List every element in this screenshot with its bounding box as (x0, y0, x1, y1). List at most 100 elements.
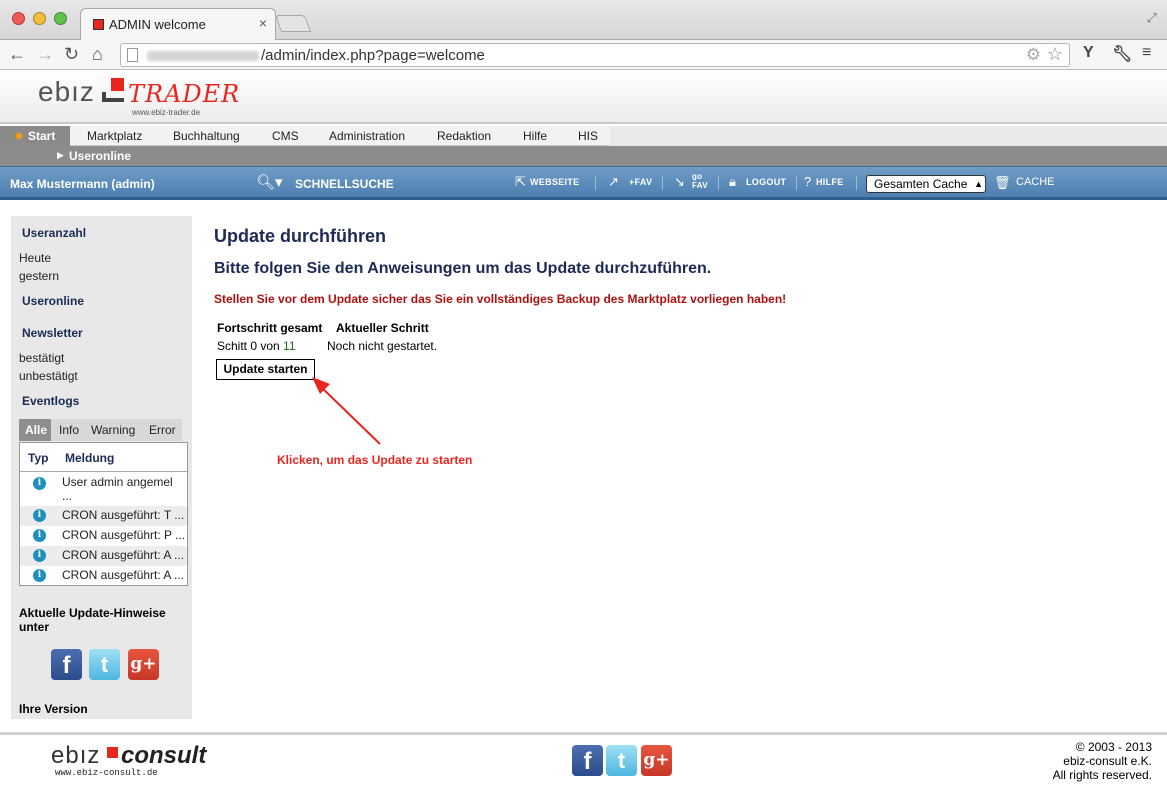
log-message: CRON ausgeführt: A ... (62, 568, 185, 582)
table-row[interactable]: i CRON ausgeführt: P ... (20, 526, 187, 546)
progress-total: 11 (283, 339, 296, 353)
close-window-button[interactable] (12, 12, 25, 25)
clear-cache-button[interactable]: CACHE (1016, 176, 1055, 188)
wrench-icon[interactable]: 🔧︎ (1112, 44, 1132, 64)
nav-item-buchhaltung[interactable]: Buchhaltung (173, 129, 240, 143)
footer-copyright: © 2003 - 2013 (1075, 740, 1152, 754)
main-navigation: Start Marktplatz Buchhaltung CMS Adminis… (0, 126, 1167, 146)
new-tab-button[interactable] (274, 15, 312, 32)
logo-red-square (111, 78, 124, 91)
newsletter-heading: Newsletter (22, 326, 83, 340)
table-row[interactable]: i CRON ausgeführt: T ... (20, 506, 187, 526)
chevron-right-icon: ▶ (57, 150, 64, 160)
eventlogs-heading: Eventlogs (22, 394, 80, 408)
step-status: Noch nicht gestartet. (327, 339, 438, 353)
eventlog-tabs: Alle Info Warning Error (19, 419, 182, 441)
logout-link[interactable]: LOGOUT (746, 177, 786, 187)
webseite-link[interactable]: WEBSEITE (530, 177, 579, 187)
facebook-icon[interactable]: f (51, 649, 82, 680)
info-icon: i (33, 549, 46, 562)
logo-ebiz-text: ebız (38, 76, 95, 107)
log-message: CRON ausgeführt: A ... (62, 548, 185, 562)
info-icon: i (33, 529, 46, 542)
footer-facebook-icon[interactable]: f (572, 745, 603, 776)
twitter-icon[interactable]: t (89, 649, 120, 680)
nav-item-his[interactable]: HIS (578, 129, 598, 143)
address-bar[interactable]: /admin/index.php?page=welcome ⚙ ☆ (120, 43, 1070, 67)
footer-rights: All rights reserved. (1052, 768, 1152, 782)
nav-item-hilfe[interactable]: Hilfe (523, 129, 547, 143)
bookmark-star-icon[interactable]: ☆ (1047, 44, 1063, 65)
sidebar: Useranzahl Heute gestern Useronline News… (11, 216, 192, 719)
progress-prefix: Schitt 0 von (217, 339, 284, 353)
browser-tab-active[interactable]: ADMIN welcome × (80, 8, 276, 40)
nav-item-cms[interactable]: CMS (272, 129, 299, 143)
col-meldung: Meldung (65, 451, 115, 465)
reload-icon[interactable]: ↻ (64, 44, 79, 64)
gestern-label: gestern (19, 269, 60, 283)
col-progress-total: Fortschritt gesamt (217, 321, 323, 335)
settings-gear-icon[interactable]: ⚙ (1026, 45, 1041, 65)
footer-company: ebiz-consult e.K. (1063, 754, 1152, 768)
nav-item-redaktion[interactable]: Redaktion (437, 129, 491, 143)
lock-icon[interactable]: 🔒︎ (729, 174, 736, 190)
select-arrows-icon: ▲ (974, 179, 983, 189)
menu-icon[interactable]: ≡ (1142, 44, 1151, 62)
logo-url: www.ebiz-trader.de (132, 108, 201, 117)
search-icon[interactable]: 🔍︎▾ (256, 173, 283, 191)
cache-select-value: Gesamten Cache (874, 177, 968, 191)
newsletter-unbestaetigt: unbestätigt (19, 369, 78, 383)
tab-info[interactable]: Info (59, 423, 79, 437)
useranzahl-heading: Useranzahl (22, 226, 87, 240)
info-icon: i (33, 509, 46, 522)
go-fav-link-bottom[interactable]: FAV (692, 181, 708, 190)
tab-close-icon[interactable]: × (259, 15, 267, 31)
home-icon[interactable]: ⌂ (92, 44, 103, 64)
website-icon[interactable]: ⇱ (515, 174, 526, 190)
quick-search-button[interactable]: SCHNELLSUCHE (295, 177, 394, 191)
annotation-text: Klicken, um das Update zu starten (277, 453, 473, 467)
cache-select[interactable]: Gesamten Cache ▲ (866, 175, 986, 193)
url-path: /admin/index.php?page=welcome (261, 47, 485, 64)
footer-googleplus-icon[interactable]: g+ (641, 745, 672, 776)
tab-warning[interactable]: Warning (91, 423, 135, 437)
go-fav-icon[interactable]: ↘ (674, 174, 685, 190)
footer-logo-consult: consult (121, 742, 207, 769)
log-message: CRON ausgeführt: P ... (62, 528, 186, 542)
zoom-window-button[interactable] (54, 12, 67, 25)
add-fav-link[interactable]: +FAV (629, 177, 652, 187)
help-icon[interactable]: ? (804, 174, 811, 189)
footer-url: www.ebiz-consult.de (55, 768, 158, 778)
add-fav-icon[interactable]: ↗ (608, 174, 619, 190)
footer-twitter-icon[interactable]: t (606, 745, 637, 776)
col-typ: Typ (28, 451, 49, 465)
table-row[interactable]: i CRON ausgeführt: A ... (20, 566, 187, 586)
extension-y-icon[interactable]: Y (1083, 44, 1094, 62)
eventlog-table: Typ Meldung i User admin angemel ... i C… (19, 442, 188, 586)
table-row[interactable]: i CRON ausgeführt: A ... (20, 546, 187, 566)
hilfe-link[interactable]: HILFE (816, 177, 844, 187)
logo-trader-text: TRADER (128, 80, 241, 108)
nav-item-administration[interactable]: Administration (329, 129, 405, 143)
subnav-item-useronline[interactable]: Useronline (69, 149, 131, 163)
trash-cache-icon[interactable]: 🗑︎ (994, 175, 1011, 191)
table-row[interactable]: i User admin angemel ... (20, 473, 187, 506)
googleplus-icon[interactable]: g+ (128, 649, 159, 680)
tab-title: ADMIN welcome (109, 17, 206, 32)
go-fav-link-top[interactable]: go (692, 172, 702, 181)
heute-label: Heute (19, 251, 52, 265)
info-icon: i (33, 477, 46, 490)
update-hint-line1: Aktuelle Update-Hinweise (19, 606, 166, 620)
nav-item-start[interactable]: Start (0, 126, 70, 146)
tab-error[interactable]: Error (149, 423, 176, 437)
page-icon (127, 48, 138, 62)
forward-arrow-icon[interactable]: → (36, 44, 54, 64)
nav-item-marktplatz[interactable]: Marktplatz (87, 129, 142, 143)
fullscreen-icon[interactable]: ⤢ (1147, 10, 1157, 26)
minimize-window-button[interactable] (33, 12, 46, 25)
footer-logo-square (107, 747, 118, 758)
tab-alle[interactable]: Alle (19, 419, 51, 441)
active-marker-icon (14, 131, 24, 141)
back-arrow-icon[interactable]: ← (8, 44, 26, 64)
useronline-heading[interactable]: Useronline (22, 294, 84, 308)
